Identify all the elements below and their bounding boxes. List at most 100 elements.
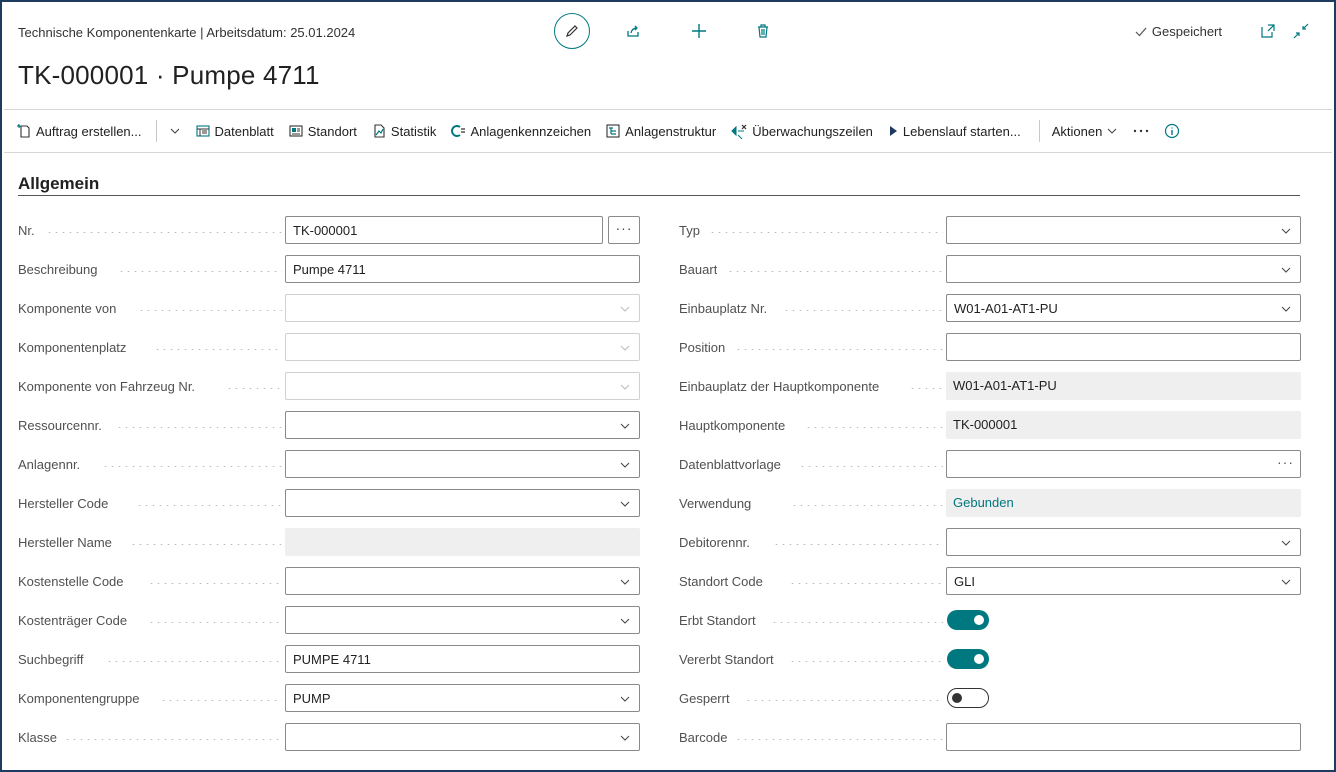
field-einbauplatz-haupt: Einbauplatz der Hauptkomponente W01-A01-… [679,372,1301,400]
monitoring-icon [731,124,747,139]
create-order-dropdown[interactable] [169,125,181,137]
field-label: Standort Code [679,574,763,589]
leader-dots [64,739,282,740]
field-klasse: Klasse [18,723,640,751]
info-button[interactable] [1164,123,1180,139]
component-of-select[interactable] [285,294,640,322]
share-button[interactable] [622,20,644,42]
more-options-button[interactable] [1132,128,1150,134]
asset-structure-icon [606,124,620,138]
field-komponentengruppe: Komponentengruppe PUMP [18,684,640,712]
chevron-down-icon [620,501,630,507]
chevron-down-icon [1107,128,1117,134]
start-lifecycle-button[interactable]: Lebenslauf starten... [887,124,1021,139]
chevron-down-icon [620,618,630,624]
leader-dots [46,232,282,233]
datasheet-template-input[interactable]: ··· [946,450,1301,478]
field-value: W01-A01-AT1-PU [954,301,1058,316]
edit-button[interactable] [554,13,590,49]
location-button[interactable]: Standort [288,123,357,139]
leader-dots [789,661,943,662]
customer-select[interactable] [946,528,1301,556]
usage-link[interactable]: Gebunden [946,489,1301,517]
passes-location-toggle[interactable] [947,649,989,669]
collapse-icon[interactable] [1292,22,1310,40]
resource-select[interactable] [285,411,640,439]
search-term-input[interactable]: PUMPE 4711 [285,645,640,673]
field-label: Anlagennr. [18,457,81,472]
field-label: Hersteller Code [18,496,109,511]
field-value: PUMPE 4711 [293,652,371,667]
ellipsis-icon[interactable]: ··· [1277,454,1294,470]
nr-input[interactable]: TK-000001 [285,216,603,244]
leader-dots [727,271,943,272]
field-label: Suchbegriff [18,652,84,667]
start-lifecycle-label: Lebenslauf starten... [902,123,1021,139]
more-options-icon [1134,129,1149,133]
actions-menu-button[interactable]: Aktionen [1052,124,1119,139]
type-select[interactable] [946,216,1301,244]
component-place-select[interactable] [285,333,640,361]
monitoring-lines-button[interactable]: Überwachungszeilen [730,123,873,139]
field-label: Ressourcennr. [18,418,102,433]
field-value: TK-000001 [293,223,358,238]
asset-identifier-label: Anlagenkennzeichen [470,123,592,139]
location-code-select[interactable]: GLI [946,567,1301,595]
field-hersteller-name: Hersteller Name [18,528,640,556]
chevron-down-icon [620,384,630,390]
delete-button[interactable] [752,20,774,42]
field-label: Vererbt Standort [679,652,774,667]
field-value: Pumpe 4711 [293,262,366,277]
trash-icon [758,24,768,38]
manufacturer-code-select[interactable] [285,489,640,517]
field-bauart: Bauart [679,255,1301,283]
inherits-location-toggle[interactable] [947,610,989,630]
leader-dots [118,271,282,272]
leader-dots [799,466,943,467]
action-bar: Auftrag erstellen... Datenblatt Standort [4,109,1332,153]
field-label: Einbauplatz der Hauptkomponente [679,379,880,394]
component-group-select[interactable]: PUMP [285,684,640,712]
create-order-button[interactable]: Auftrag erstellen... [16,123,142,139]
statistics-button[interactable]: Statistik [371,123,436,139]
nr-assist-button[interactable]: ··· [608,216,640,244]
statistics-icon [374,124,385,138]
asset-identifier-button[interactable]: Anlagenkennzeichen [450,123,591,139]
leader-dots [745,700,943,701]
field-label: Gesperrt [679,691,730,706]
info-icon [1165,123,1180,139]
field-beschreibung: Beschreibung Pumpe 4711 [18,255,640,283]
new-button[interactable] [688,20,710,42]
field-standort-code: Standort Code GLI [679,567,1301,595]
field-kostentraeger: Kostenträger Code [18,606,640,634]
vehicle-component-select[interactable] [285,372,640,400]
chevron-down-icon [620,579,630,585]
field-erbt-standort: Erbt Standort [679,606,1301,634]
leader-dots [136,505,282,506]
field-suchbegriff: Suchbegriff PUMPE 4711 [18,645,640,673]
page-frame: Technische Komponentenkarte | Arbeitsdat… [0,0,1336,772]
chevron-down-icon [620,462,630,468]
barcode-input[interactable] [946,723,1301,751]
description-input[interactable]: Pumpe 4711 [285,255,640,283]
position-input[interactable] [946,333,1301,361]
page-subtitle: Technische Komponentenkarte | Arbeitsdat… [18,25,356,40]
field-datenblattvorlage: Datenblattvorlage ··· [679,450,1301,478]
datasheet-button[interactable]: Datenblatt [195,123,274,139]
cost-center-select[interactable] [285,567,640,595]
asset-select[interactable] [285,450,640,478]
location-label: Standort [307,123,357,139]
blocked-toggle[interactable] [947,688,989,708]
actions-menu-label: Aktionen [1051,123,1103,139]
chevron-down-icon [1281,540,1291,546]
leader-dots [148,583,282,584]
installation-place-select[interactable]: W01-A01-AT1-PU [946,294,1301,322]
asset-structure-button[interactable]: Anlagenstruktur [605,123,716,139]
field-komponentenplatz: Komponentenplatz [18,333,640,361]
section-divider [18,195,1300,196]
open-new-window-icon[interactable] [1259,22,1277,40]
construction-type-select[interactable] [946,255,1301,283]
class-select[interactable] [285,723,640,751]
chevron-down-icon [1281,579,1291,585]
cost-unit-select[interactable] [285,606,640,634]
